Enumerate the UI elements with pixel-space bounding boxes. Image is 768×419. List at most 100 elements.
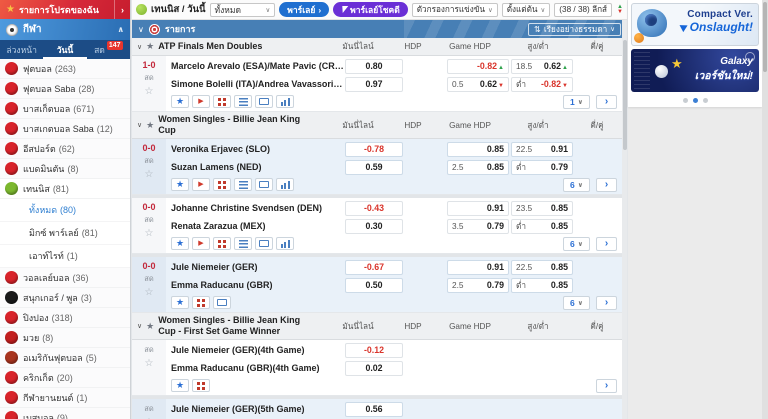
sidebar-item-volleyball[interactable]: วอลเลย์บอล(36)	[0, 268, 130, 288]
league-count-box[interactable]: (38 / 38) ลีกส์	[554, 3, 612, 17]
odds-moneyline[interactable]: 0.97	[345, 77, 403, 92]
sidebar-item-table-tennis[interactable]: ปิงปอง(318)	[0, 308, 130, 328]
stats-icon[interactable]	[276, 95, 294, 108]
chevron-down-icon[interactable]: ∨	[137, 43, 142, 51]
tab-today[interactable]: วันนี้	[43, 40, 86, 59]
next-arrow-button[interactable]: ›	[596, 95, 617, 109]
odds-game-hdp[interactable]: 0.50.62▼	[447, 77, 509, 92]
odds-game-hdp[interactable]: 2.50.85	[447, 160, 509, 175]
tv-icon[interactable]	[255, 178, 273, 191]
favorite-icon[interactable]: ★	[171, 296, 189, 309]
chevron-down-icon[interactable]: ∨	[137, 322, 142, 330]
sidebar-item-american-football[interactable]: อเมริกันฟุตบอล(5)	[0, 348, 130, 368]
favorite-icon[interactable]: ★	[171, 237, 189, 250]
odds-game-hdp[interactable]: 0.91	[447, 260, 509, 275]
sidebar-item-football[interactable]: ฟุตบอล(263)	[0, 59, 130, 79]
odds-moneyline[interactable]: 0.59	[345, 160, 403, 175]
favorites-bar[interactable]: ★ รายการโปรดของฉัน ›	[0, 0, 130, 19]
bet-list-icon[interactable]	[234, 95, 252, 108]
odds-over-under[interactable]: 22.50.85	[511, 260, 573, 275]
sidebar-item-football-saba[interactable]: ฟุตบอล Saba(28)	[0, 79, 130, 99]
scrollbar-thumb[interactable]	[623, 40, 627, 150]
sidebar-item-snooker-pool[interactable]: สนุกเกอร์ / พูล(3)	[0, 288, 130, 308]
page-scrollbar[interactable]	[762, 0, 768, 419]
sidebar-item-boxing[interactable]: มวย(8)	[0, 328, 130, 348]
odds-over-under[interactable]: 18.50.62▲	[511, 59, 573, 74]
chevron-down-icon[interactable]: ∨	[137, 121, 142, 129]
favorite-league-icon[interactable]: ★	[146, 321, 154, 332]
sports-section-header[interactable]: กีฬา ∧	[0, 19, 130, 40]
more-markets-dropdown[interactable]: 6∨	[563, 296, 590, 310]
more-markets-dropdown[interactable]: 6∨	[563, 237, 590, 251]
sidebar-item-basketball[interactable]: บาสเก็ตบอล(671)	[0, 99, 130, 119]
odds-moneyline[interactable]: 0.50	[345, 278, 403, 293]
odds-moneyline[interactable]: 0.80	[345, 59, 403, 74]
favorite-league-icon[interactable]: ★	[146, 41, 154, 52]
odds-game-hdp[interactable]: 0.85	[447, 142, 509, 157]
odds-moneyline[interactable]: -0.78	[345, 142, 403, 157]
tv-icon[interactable]	[255, 237, 273, 250]
match-filter-dropdown[interactable]: ตัวกรองการแข่งขัน ∨	[412, 3, 498, 17]
odds-moneyline[interactable]: 0.02	[345, 361, 403, 376]
odds-game-hdp[interactable]: 2.50.79	[447, 278, 509, 293]
sidebar-item-tennis[interactable]: เทนนิส(81)	[0, 179, 130, 199]
carousel-dot[interactable]	[683, 98, 688, 103]
next-arrow-button[interactable]: ›	[596, 379, 617, 393]
betradar-icon[interactable]	[213, 178, 231, 191]
sidebar-subitem-all[interactable]: ทั้งหมด(80)	[0, 199, 130, 222]
favorite-icon[interactable]: ★	[171, 379, 189, 392]
live-play-icon[interactable]: ▶	[192, 178, 210, 191]
betradar-icon[interactable]	[192, 296, 210, 309]
odds-over-under[interactable]: ต่ำ0.85	[511, 219, 573, 234]
odds-moneyline[interactable]: 0.56	[345, 402, 403, 417]
favorite-match-icon[interactable]: ☆	[145, 169, 154, 180]
betradar-icon[interactable]	[213, 95, 231, 108]
odds-over-under[interactable]: 22.50.91	[511, 142, 573, 157]
odds-over-under[interactable]: ต่ำ0.85	[511, 278, 573, 293]
sidebar-item-baseball[interactable]: เบสบอล(9)	[0, 408, 130, 419]
next-arrow-button[interactable]: ›	[596, 296, 617, 310]
odds-over-under[interactable]: 23.50.85	[511, 201, 573, 216]
sidebar-item-badminton[interactable]: แบดมินตัน(8)	[0, 159, 130, 179]
favorite-match-icon[interactable]: ☆	[145, 86, 154, 97]
sidebar-subitem-mix-parlay[interactable]: มิกซ์ พาร์เลย์(81)	[0, 222, 130, 245]
league-section-header[interactable]: ∨★Women Singles - Billie Jean King Cup -…	[132, 313, 622, 340]
odds-moneyline[interactable]: -0.12	[345, 343, 403, 358]
main-scrollbar[interactable]	[622, 20, 627, 419]
favorite-icon[interactable]: ★	[171, 95, 189, 108]
scrollbar-thumb[interactable]	[763, 2, 767, 72]
live-play-icon[interactable]: ▶	[192, 95, 210, 108]
odds-over-under[interactable]: ต่ำ-0.82▼	[511, 77, 573, 92]
league-section-header[interactable]: ∨★ATP Finals Men Doublesมันนี่ไลน์HDPGam…	[132, 38, 622, 56]
sidebar-item-basketball-saba[interactable]: บาสเกตบอล Saba(12)	[0, 119, 130, 139]
betradar-icon[interactable]	[213, 237, 231, 250]
sidebar-subitem-outright[interactable]: เอาท์ไรท์(1)	[0, 245, 130, 268]
betradar-icon[interactable]	[192, 379, 210, 392]
favorite-league-icon[interactable]: ★	[146, 120, 154, 131]
odds-moneyline[interactable]: -0.67	[345, 260, 403, 275]
ad-banner-galaxy[interactable]: ★ Galaxy เวอร์ชันใหม่!	[631, 49, 759, 92]
sort-arrows-icon[interactable]: ▲▼	[617, 5, 623, 15]
next-arrow-button[interactable]: ›	[596, 237, 617, 251]
league-section-header[interactable]: ∨★Women Singles - Billie Jean King Cupมั…	[132, 112, 622, 139]
more-markets-dropdown[interactable]: 6∨	[563, 178, 590, 192]
bet-list-icon[interactable]	[234, 178, 252, 191]
ad-banner-compact-onslaught[interactable]: Compact Ver. Onslaught!	[631, 3, 759, 46]
carousel-dot[interactable]	[703, 98, 708, 103]
live-play-icon[interactable]: ▶	[192, 237, 210, 250]
stats-icon[interactable]	[276, 237, 294, 250]
odds-game-hdp[interactable]: 3.50.79	[447, 219, 509, 234]
chevron-right-icon[interactable]: ›	[114, 0, 130, 19]
chevron-down-icon[interactable]: ∨	[138, 25, 144, 34]
stats-icon[interactable]	[276, 178, 294, 191]
favorite-match-icon[interactable]: ☆	[145, 287, 154, 298]
odds-over-under[interactable]: ต่ำ0.79	[511, 160, 573, 175]
sidebar-item-cricket[interactable]: คริกเก็ต(20)	[0, 368, 130, 388]
next-arrow-button[interactable]: ›	[596, 178, 617, 192]
sidebar-item-esports[interactable]: อีสปอร์ต(62)	[0, 139, 130, 159]
tab-live[interactable]: สด147	[87, 40, 130, 59]
more-markets-dropdown[interactable]: 1∨	[563, 95, 590, 109]
sort-mode-button[interactable]: ⇅ เรียงอย่างธรรมดา ∨	[528, 23, 621, 36]
carousel-dot-active[interactable]	[693, 98, 698, 103]
sidebar-item-motorsport[interactable]: กีฬายานยนต์(1)	[0, 388, 130, 408]
